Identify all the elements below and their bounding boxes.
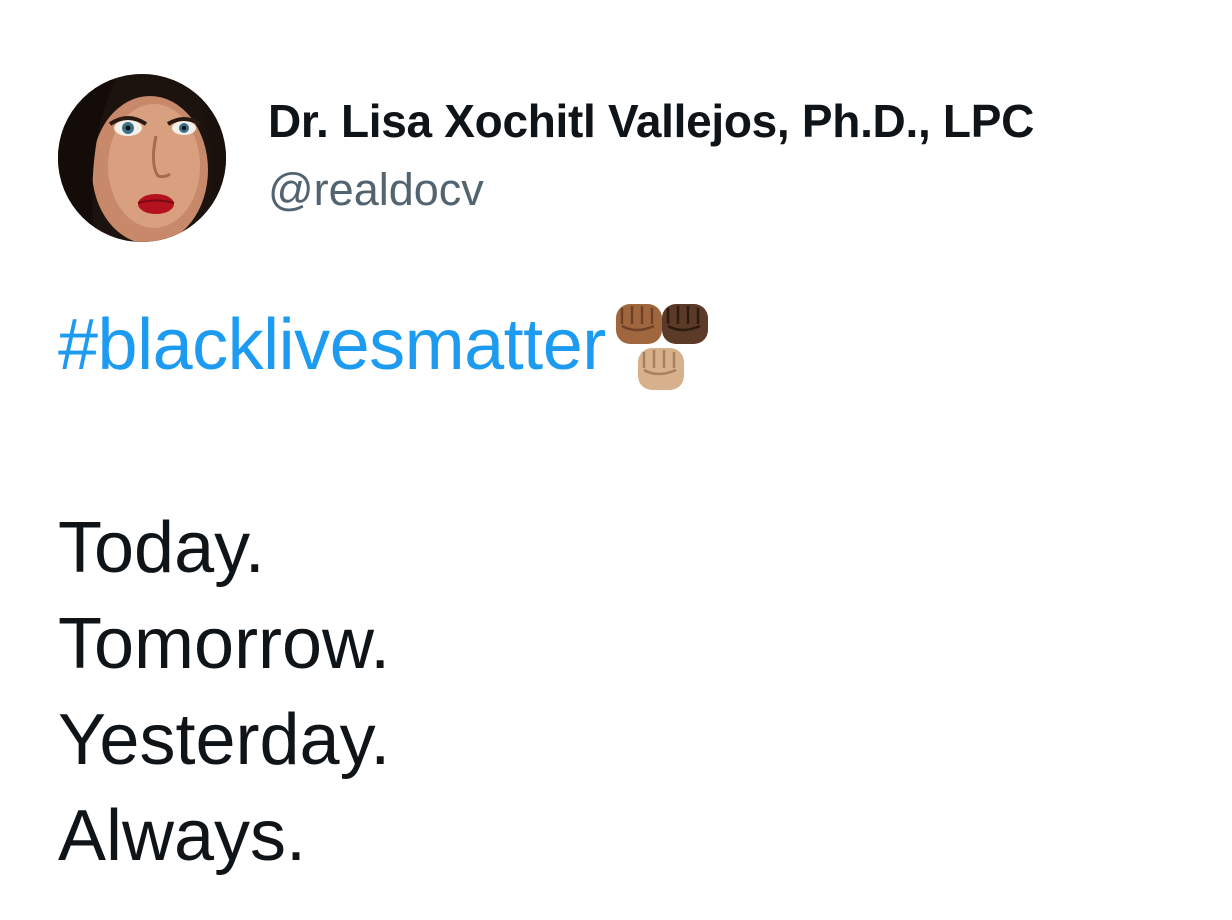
author-handle[interactable]: @realdocv — [268, 164, 484, 216]
text-line-today: Today. — [58, 508, 265, 588]
raised-fists-emoji-group — [612, 298, 712, 398]
text-line-tomorrow: Tomorrow. — [58, 604, 391, 684]
author-display-name[interactable]: Dr. Lisa Xochitl Vallejos, Ph.D., LPC — [268, 94, 1034, 148]
text-line-always: Always. — [58, 796, 307, 876]
raised-fist-medium-dark-icon — [615, 304, 662, 344]
raised-fist-dark-icon — [661, 304, 708, 344]
hashtag-link[interactable]: #blacklivesmatter — [58, 300, 606, 390]
text-line-yesterday: Yesterday. — [58, 700, 391, 780]
avatar[interactable] — [58, 74, 226, 242]
avatar-portrait-icon — [58, 74, 226, 242]
tweet-text: #blacklivesmatter Today. Tomorrow. Yeste… — [58, 300, 1178, 884]
hashtag-line: #blacklivesmatter — [58, 300, 1178, 400]
raised-fist-medium-light-icon — [637, 348, 684, 390]
tweet-card: Dr. Lisa Xochitl Vallejos, Ph.D., LPC @r… — [0, 0, 1232, 920]
